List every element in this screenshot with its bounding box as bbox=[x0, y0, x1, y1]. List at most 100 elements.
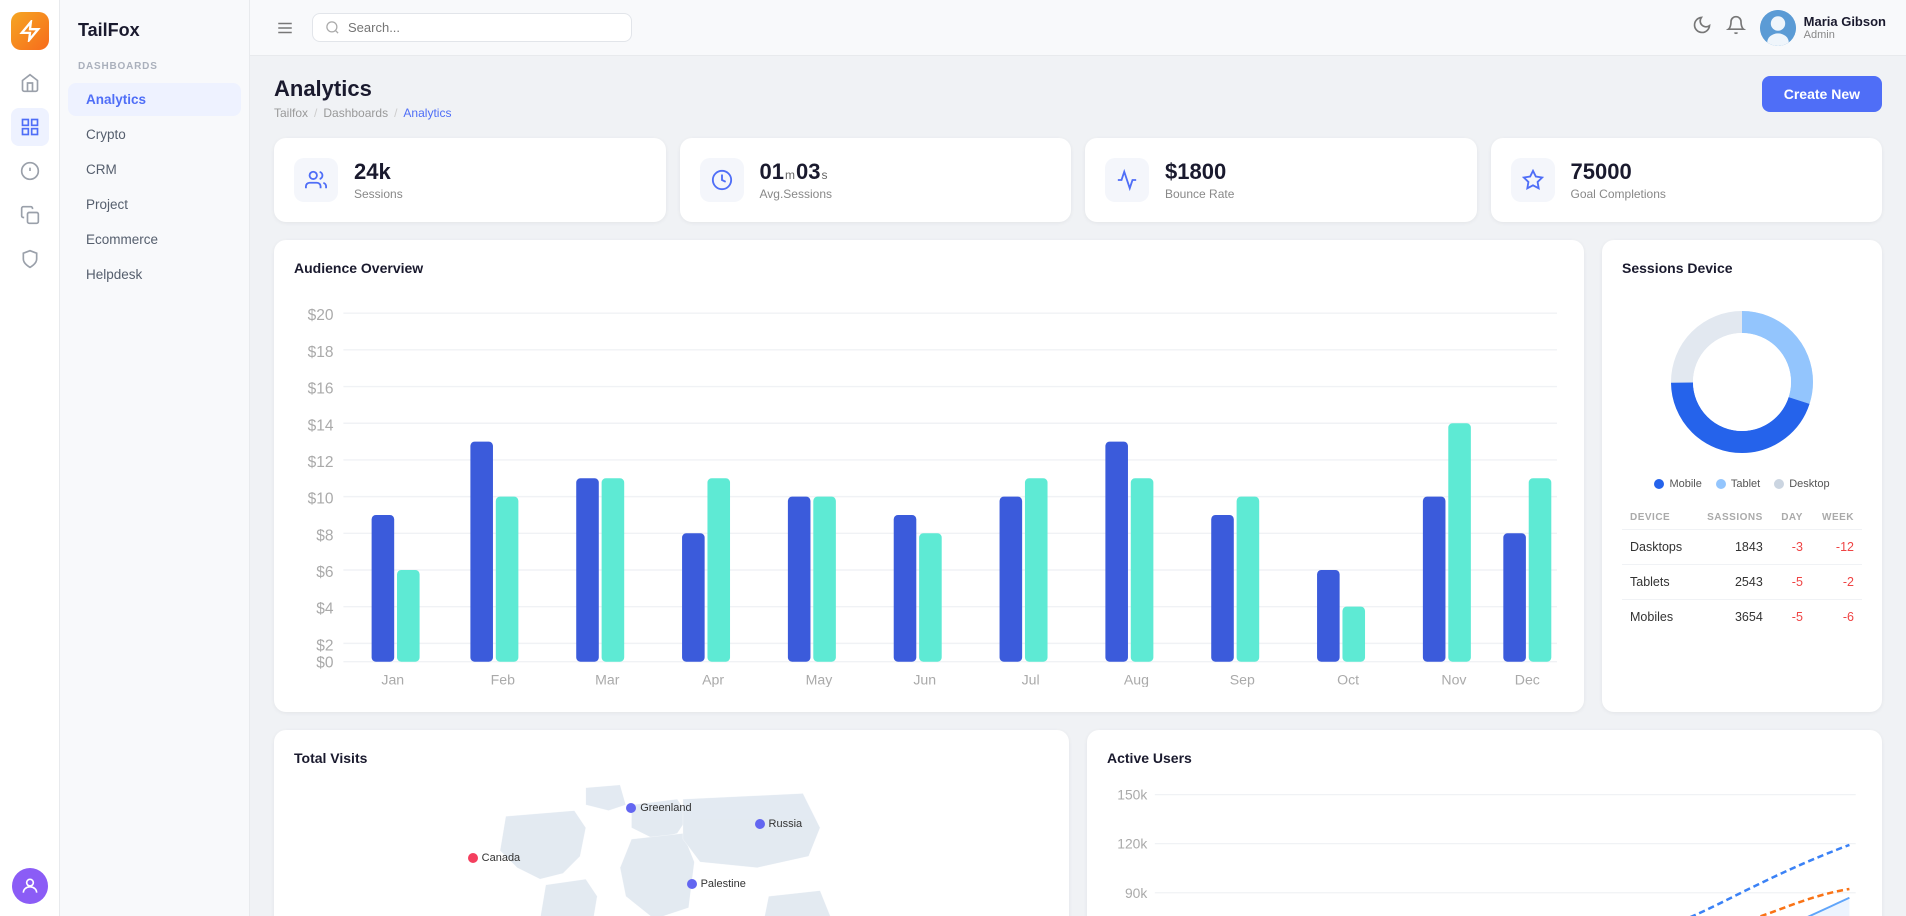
page-title-area: Analytics Tailfox / Dashboards / Analyti… bbox=[274, 76, 451, 120]
nav-item-project[interactable]: Project bbox=[68, 188, 241, 221]
clock-icon bbox=[711, 169, 733, 191]
pin-palestine: Palestine bbox=[687, 878, 746, 890]
goals-icon-wrapper bbox=[1511, 158, 1555, 202]
page-header: Analytics Tailfox / Dashboards / Analyti… bbox=[274, 76, 1882, 120]
user-text: Maria Gibson Admin bbox=[1804, 14, 1886, 41]
nav-item-helpdesk[interactable]: Helpdesk bbox=[68, 258, 241, 291]
device-day: -5 bbox=[1771, 600, 1811, 635]
sessions-device-title: Sessions Device bbox=[1622, 260, 1862, 276]
left-nav: TailFox DASHBOARDS Analytics Crypto CRM … bbox=[60, 0, 250, 916]
user-name: Maria Gibson bbox=[1804, 14, 1886, 29]
audience-overview-title: Audience Overview bbox=[294, 260, 1564, 276]
bottom-row: Total Visits bbox=[274, 730, 1882, 916]
col-week: WEEK bbox=[1811, 506, 1862, 530]
active-users-card: Active Users 150k 120k 90k 60k bbox=[1087, 730, 1882, 916]
device-week: -6 bbox=[1811, 600, 1862, 635]
pin-label-palestine: Palestine bbox=[701, 878, 746, 890]
notifications-icon[interactable] bbox=[1726, 15, 1746, 40]
device-week: -2 bbox=[1811, 565, 1862, 600]
main-area: Maria Gibson Admin Analytics Tailfox / D… bbox=[250, 0, 1906, 916]
legend-dot-mobile bbox=[1654, 479, 1664, 489]
total-visits-title: Total Visits bbox=[294, 750, 1049, 766]
nav-icon-grid[interactable] bbox=[11, 108, 49, 146]
svg-text:Feb: Feb bbox=[491, 671, 515, 687]
table-row: Mobiles 3654 -5 -6 bbox=[1622, 600, 1862, 635]
nav-icon-shield[interactable] bbox=[11, 240, 49, 278]
mid-row: Audience Overview $20 $18 $16 $14 $12 $1… bbox=[274, 240, 1882, 712]
sessions-device-card: Sessions Device bbox=[1602, 240, 1882, 712]
stat-card-avg-sessions: 01m03s Avg.Sessions bbox=[680, 138, 1072, 222]
sidebar-collapse-button[interactable] bbox=[270, 13, 300, 43]
app-logo bbox=[11, 12, 49, 50]
svg-text:Jul: Jul bbox=[1022, 671, 1040, 687]
stat-card-goals: 75000 Goal Completions bbox=[1491, 138, 1883, 222]
stat-value-sessions: 24k bbox=[354, 159, 403, 185]
device-sessions: 3654 bbox=[1694, 600, 1770, 635]
col-device: DEVICE bbox=[1622, 506, 1694, 530]
svg-text:Apr: Apr bbox=[702, 671, 724, 687]
stat-info-sessions: 24k Sessions bbox=[354, 159, 403, 201]
avg-sessions-icon-wrapper bbox=[700, 158, 744, 202]
col-day: DAY bbox=[1771, 506, 1811, 530]
active-users-title: Active Users bbox=[1107, 750, 1862, 766]
pin-canada: Canada bbox=[468, 852, 521, 864]
stats-row: 24k Sessions 01m03s Avg.Sessions bbox=[274, 138, 1882, 222]
donut-container bbox=[1622, 292, 1862, 478]
nav-item-crypto[interactable]: Crypto bbox=[68, 118, 241, 151]
pin-dot-palestine bbox=[687, 879, 697, 889]
dark-mode-icon[interactable] bbox=[1692, 15, 1712, 40]
stat-label-sessions: Sessions bbox=[354, 187, 403, 201]
pin-dot-greenland bbox=[626, 803, 636, 813]
svg-text:Nov: Nov bbox=[1441, 671, 1466, 687]
breadcrumb: Tailfox / Dashboards / Analytics bbox=[274, 106, 451, 120]
nav-item-ecommerce[interactable]: Ecommerce bbox=[68, 223, 241, 256]
svg-text:$4: $4 bbox=[316, 601, 334, 618]
audience-bar-chart: $20 $18 $16 $14 $12 $10 $8 $6 $4 $2 $0 bbox=[294, 292, 1564, 687]
users-icon bbox=[305, 169, 327, 191]
topbar-icons: Maria Gibson Admin bbox=[1692, 10, 1886, 46]
pin-russia: Russia bbox=[755, 818, 803, 830]
create-new-button[interactable]: Create New bbox=[1762, 76, 1882, 112]
pin-label-canada: Canada bbox=[482, 852, 521, 864]
nav-item-crm[interactable]: CRM bbox=[68, 153, 241, 186]
device-table: DEVICE SASSIONS DAY WEEK Dasktops 1843 -… bbox=[1622, 506, 1862, 634]
nav-icon-home[interactable] bbox=[11, 64, 49, 102]
table-row: Dasktops 1843 -3 -12 bbox=[1622, 530, 1862, 565]
nav-icon-circle[interactable] bbox=[11, 152, 49, 190]
svg-text:$18: $18 bbox=[308, 344, 334, 361]
breadcrumb-sep1: / bbox=[314, 106, 317, 120]
svg-text:$14: $14 bbox=[308, 417, 334, 434]
svg-text:$10: $10 bbox=[308, 491, 334, 508]
legend-label-mobile: Mobile bbox=[1669, 478, 1701, 490]
search-icon bbox=[325, 20, 340, 35]
stat-value-avg: 01m03s bbox=[760, 159, 833, 185]
svg-text:Dec: Dec bbox=[1515, 671, 1540, 687]
pin-dot-russia bbox=[755, 819, 765, 829]
device-day: -3 bbox=[1771, 530, 1811, 565]
app-title: TailFox bbox=[60, 20, 249, 61]
device-week: -12 bbox=[1811, 530, 1862, 565]
legend-label-desktop: Desktop bbox=[1789, 478, 1829, 490]
svg-text:$20: $20 bbox=[308, 307, 334, 324]
audience-overview-card: Audience Overview $20 $18 $16 $14 $12 $1… bbox=[274, 240, 1584, 712]
stat-info-avg: 01m03s Avg.Sessions bbox=[760, 159, 833, 201]
legend-tablet: Tablet bbox=[1716, 478, 1760, 490]
device-name: Tablets bbox=[1622, 565, 1694, 600]
svg-text:Aug: Aug bbox=[1124, 671, 1149, 687]
device-sessions: 2543 bbox=[1694, 565, 1770, 600]
device-sessions: 1843 bbox=[1694, 530, 1770, 565]
donut-legend: Mobile Tablet Desktop bbox=[1622, 478, 1862, 490]
user-avatar-sidebar[interactable] bbox=[12, 868, 48, 904]
svg-text:$6: $6 bbox=[316, 564, 333, 581]
svg-text:Mar: Mar bbox=[595, 671, 620, 687]
nav-item-analytics[interactable]: Analytics bbox=[68, 83, 241, 116]
nav-icon-copy[interactable] bbox=[11, 196, 49, 234]
stat-label-avg: Avg.Sessions bbox=[760, 187, 833, 201]
svg-text:May: May bbox=[806, 671, 834, 687]
page-title: Analytics bbox=[274, 76, 451, 102]
stat-value-goals: 75000 bbox=[1571, 159, 1666, 185]
user-info[interactable]: Maria Gibson Admin bbox=[1760, 10, 1886, 46]
svg-text:Jun: Jun bbox=[913, 671, 936, 687]
search-input[interactable] bbox=[348, 20, 619, 35]
svg-text:Oct: Oct bbox=[1337, 671, 1359, 687]
